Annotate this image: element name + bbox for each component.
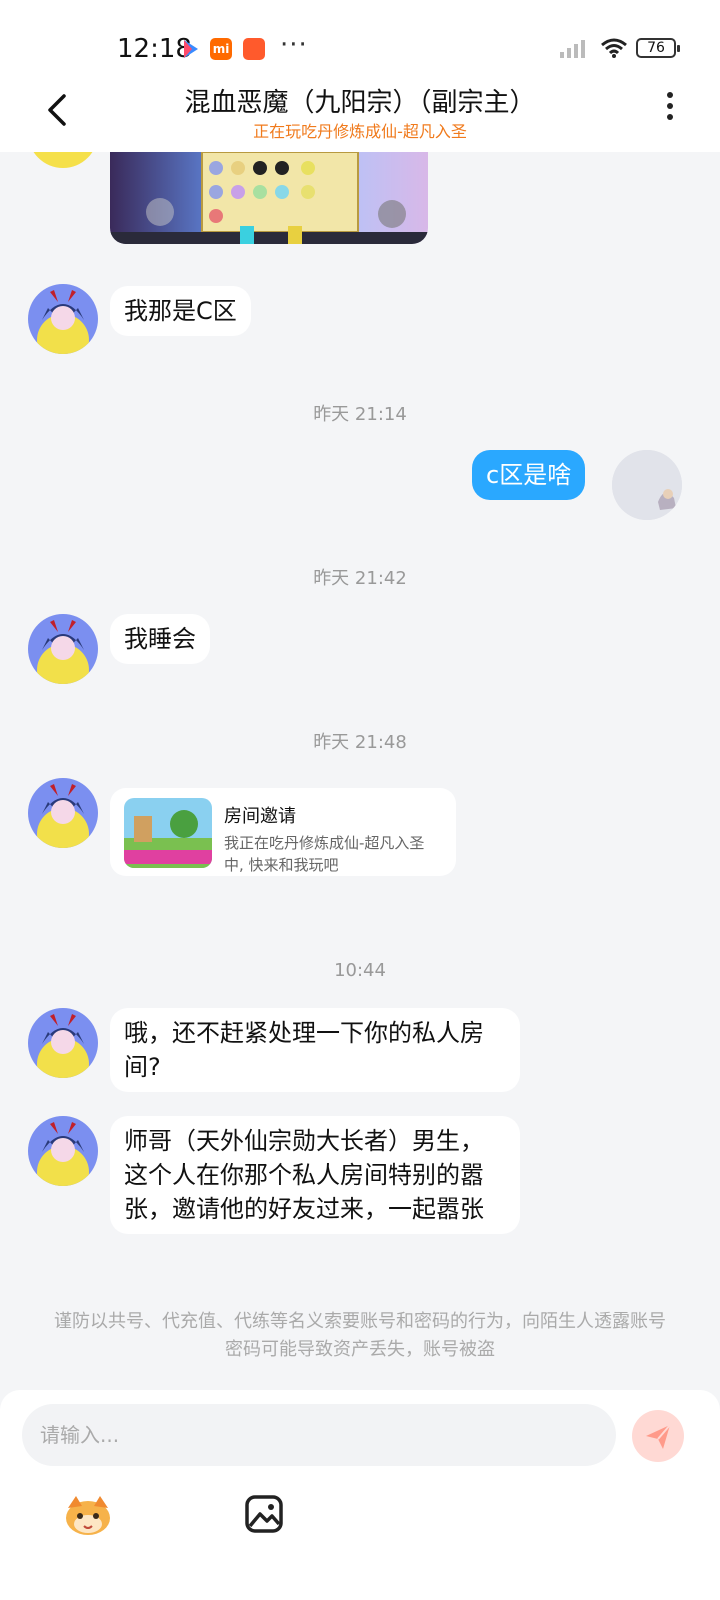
- timestamp: 10:44: [334, 960, 386, 981]
- message-bubble[interactable]: 我那是C区: [110, 286, 251, 336]
- avatar[interactable]: [28, 152, 98, 168]
- game-thumbnail: [124, 798, 212, 868]
- mi-icon: mi: [210, 38, 232, 60]
- more-notifications-icon: ···: [280, 30, 308, 60]
- avatar[interactable]: [28, 284, 98, 354]
- safety-notice: 谨防以共号、代充值、代练等名义索要账号和密码的行为，向陌生人透露账号密码可能导致…: [54, 1311, 666, 1360]
- message-bubble[interactable]: 哦，还不赶紧处理一下你的私人房间?: [110, 1008, 520, 1092]
- more-options-button[interactable]: [664, 92, 676, 130]
- cleaner-icon: [243, 38, 265, 60]
- message-bubble[interactable]: 师哥（天外仙宗勋大长者）男生，这个人在你那个私人房间特别的嚣张，邀请他的好友过来…: [110, 1116, 520, 1234]
- chat-title: 混血恶魔（九阳宗）（副宗主）: [184, 88, 536, 118]
- battery-icon: 76: [636, 38, 680, 58]
- chat-area[interactable]: 我那是C区 昨天 21:14 c区是啥 昨天 21:42 我睡会 昨天 21:4…: [0, 152, 720, 1390]
- avatar[interactable]: [28, 614, 98, 684]
- game-screenshot-image[interactable]: [110, 152, 428, 244]
- timestamp: 昨天 21:14: [313, 404, 407, 425]
- wifi-icon: [600, 37, 628, 63]
- avatar[interactable]: [28, 778, 98, 848]
- timestamp: 昨天 21:48: [313, 732, 407, 753]
- my-message-bubble[interactable]: c区是啥: [472, 450, 586, 500]
- invite-description: 我正在吃丹修炼成仙-超凡入圣中, 快来和我玩吧: [224, 834, 425, 874]
- send-button[interactable]: [632, 1410, 684, 1462]
- chat-subtitle: 正在玩吃丹修炼成仙-超凡入圣: [253, 122, 467, 141]
- signal-icon: [560, 40, 588, 62]
- emoji-sticker-icon[interactable]: [62, 1490, 114, 1538]
- avatar[interactable]: [28, 1116, 98, 1186]
- room-invite-card[interactable]: 房间邀请 我正在吃丹修炼成仙-超凡入圣中, 快来和我玩吧: [110, 788, 456, 876]
- play-store-icon: [180, 38, 202, 60]
- avatar[interactable]: [28, 1008, 98, 1078]
- input-bar: [0, 1390, 720, 1600]
- message-bubble[interactable]: 我睡会: [110, 614, 210, 664]
- image-picker-icon[interactable]: [244, 1494, 284, 1534]
- my-avatar[interactable]: [612, 450, 682, 520]
- invite-title: 房间邀请: [224, 806, 296, 827]
- message-input[interactable]: [22, 1404, 616, 1466]
- chat-header: 混血恶魔（九阳宗）（副宗主） 正在玩吃丹修炼成仙-超凡入圣: [0, 70, 720, 152]
- timestamp: 昨天 21:42: [313, 568, 407, 589]
